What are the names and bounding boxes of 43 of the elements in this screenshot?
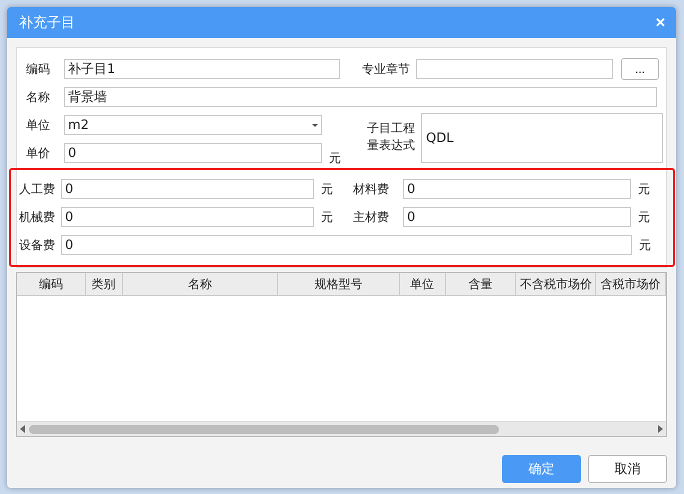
cost-label: 人工费 xyxy=(19,180,56,198)
scroll-right-icon[interactable] xyxy=(658,425,663,433)
column-header[interactable]: 规格型号 xyxy=(278,273,400,295)
field-label: 单价 xyxy=(26,144,51,162)
field-label: 名称 xyxy=(26,88,51,106)
unit-dropdown[interactable]: m2 xyxy=(64,115,322,135)
field-label: 单位 xyxy=(26,116,51,134)
column-header[interactable]: 含量 xyxy=(446,273,516,295)
field-label: 子目工程量表达式 xyxy=(367,120,415,154)
name-field[interactable]: 背景墙 xyxy=(64,87,657,107)
column-header[interactable]: 名称 xyxy=(122,273,278,295)
field-label: 专业章节 xyxy=(362,60,411,78)
unit-suffix: 元 xyxy=(639,236,651,254)
column-header[interactable]: 含税市场价 xyxy=(596,273,666,295)
cost-label: 主材费 xyxy=(353,208,390,226)
price-field[interactable]: 0 xyxy=(64,143,322,163)
cost-field[interactable]: 0 xyxy=(61,179,314,199)
unit-suffix: 元 xyxy=(321,208,333,226)
cancel-button[interactable]: 取消 xyxy=(588,455,667,483)
scroll-left-icon[interactable] xyxy=(20,425,25,433)
field-label: 编码 xyxy=(26,60,51,78)
cost-field[interactable]: 0 xyxy=(403,179,631,199)
code-field[interactable]: 补子目1 xyxy=(64,59,340,79)
cost-label: 设备费 xyxy=(19,236,56,254)
cost-field[interactable]: 0 xyxy=(61,207,314,227)
cost-field[interactable]: 0 xyxy=(403,207,631,227)
cost-label: 材料费 xyxy=(353,180,390,198)
cost-field[interactable]: 0 xyxy=(61,235,632,255)
column-header[interactable]: 不含税市场价 xyxy=(516,273,596,295)
caret-icon xyxy=(312,124,318,126)
window-title: 补充子目 xyxy=(19,14,75,32)
column-header[interactable]: 类别 xyxy=(86,273,123,295)
column-header[interactable]: 编码 xyxy=(17,273,86,295)
chapter-field[interactable] xyxy=(416,59,613,79)
unit-suffix: 元 xyxy=(638,180,650,198)
cost-label: 机械费 xyxy=(19,208,56,226)
column-header[interactable]: 单位 xyxy=(400,273,446,295)
browse-button[interactable]: ... xyxy=(621,58,659,80)
expression-field[interactable]: QDL xyxy=(421,113,663,163)
scrollbar-thumb[interactable] xyxy=(29,424,499,434)
unit-suffix: 元 xyxy=(329,150,341,167)
unit-suffix: 元 xyxy=(638,208,650,226)
unit-suffix: 元 xyxy=(321,180,333,198)
